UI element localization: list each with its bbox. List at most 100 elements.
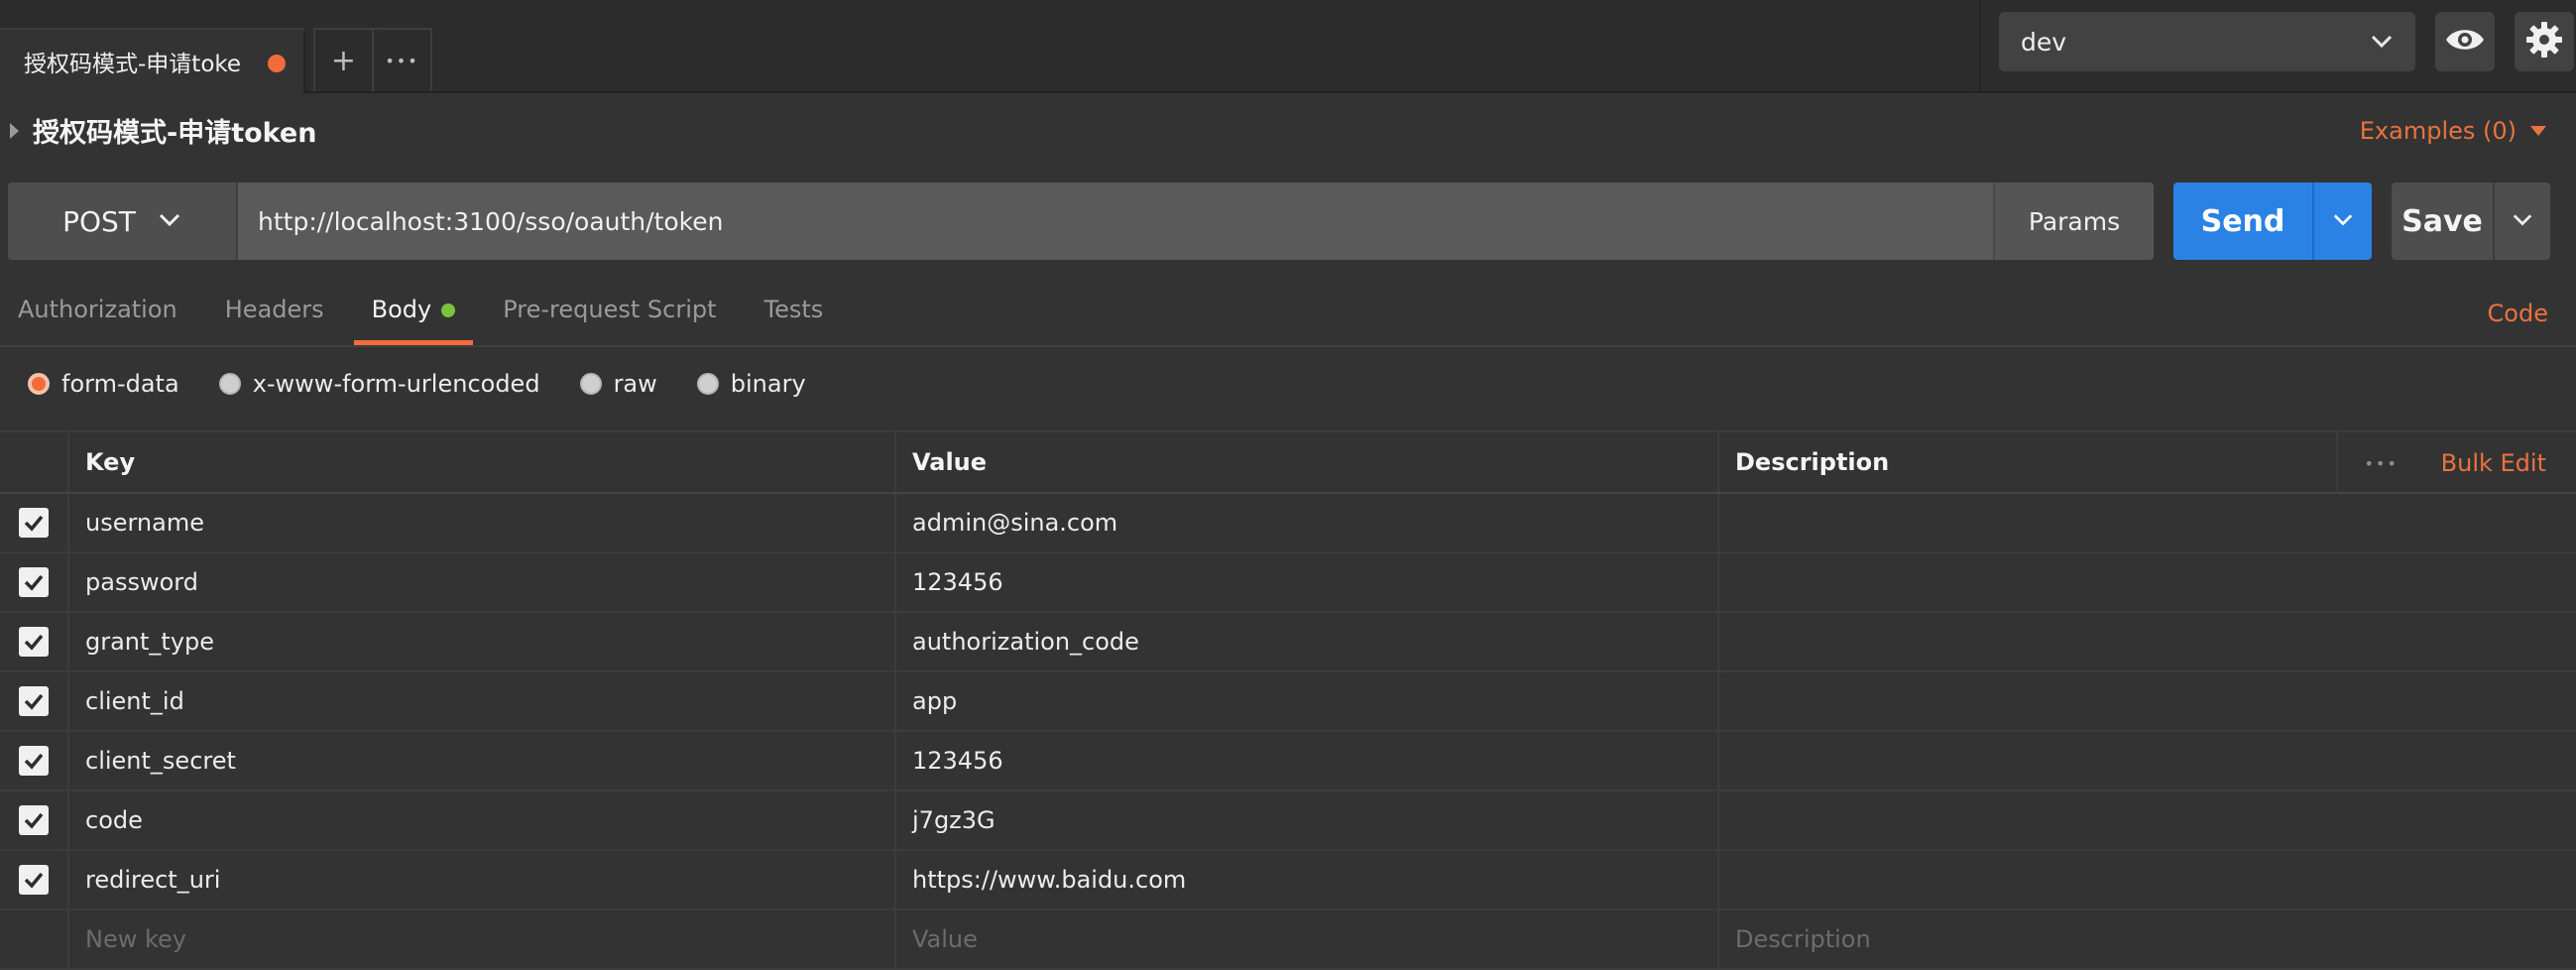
row-description[interactable] bbox=[1719, 613, 2576, 670]
table-header: Key Value Description ••• Bulk Edit bbox=[0, 430, 2576, 494]
tab-authorization[interactable]: Authorization bbox=[0, 288, 195, 345]
radio-unselected-icon bbox=[579, 373, 602, 395]
params-button[interactable]: Params bbox=[1993, 182, 2154, 260]
radio-binary[interactable]: binary bbox=[696, 370, 806, 398]
method-select[interactable]: POST bbox=[8, 182, 238, 260]
request-title-bar[interactable]: 授权码模式-申请token bbox=[10, 111, 316, 150]
send-label: Send bbox=[2200, 203, 2285, 239]
row-key[interactable]: password bbox=[69, 553, 896, 611]
row-value[interactable]: j7gz3G bbox=[896, 791, 1719, 849]
row-key[interactable]: grant_type bbox=[69, 613, 896, 670]
row-value[interactable]: 123456 bbox=[896, 553, 1719, 611]
row-check-cell bbox=[0, 851, 69, 909]
row-value[interactable]: admin@sina.com bbox=[896, 494, 1719, 551]
more-horizontal-icon: ••• bbox=[385, 51, 419, 70]
save-options-button[interactable] bbox=[2493, 182, 2550, 260]
save-button-group: Save bbox=[2392, 182, 2550, 260]
row-value[interactable]: app bbox=[896, 672, 1719, 730]
caret-right-icon[interactable] bbox=[10, 122, 19, 139]
radio-label: x-www-form-urlencoded bbox=[252, 370, 540, 398]
row-checkbox[interactable] bbox=[19, 865, 49, 895]
row-checkbox[interactable] bbox=[19, 627, 49, 657]
caret-down-icon bbox=[2530, 126, 2546, 136]
row-description[interactable] bbox=[1719, 851, 2576, 909]
tab-tests[interactable]: Tests bbox=[747, 288, 842, 345]
body-type-radio-group: form-data x-www-form-urlencoded raw bina… bbox=[28, 367, 846, 401]
tab-body[interactable]: Body bbox=[353, 288, 474, 345]
row-check-cell bbox=[0, 732, 69, 789]
send-options-button[interactable] bbox=[2312, 182, 2372, 260]
check-icon bbox=[24, 515, 44, 532]
row-check-cell bbox=[0, 494, 69, 551]
table-row: code j7gz3G bbox=[0, 791, 2576, 851]
radio-x-www-form-urlencoded[interactable]: x-www-form-urlencoded bbox=[218, 370, 540, 398]
radio-form-data[interactable]: form-data bbox=[28, 370, 179, 398]
chevron-down-icon bbox=[158, 205, 181, 238]
divider bbox=[0, 345, 2576, 347]
radio-label: raw bbox=[613, 370, 657, 398]
row-check-cell bbox=[0, 910, 69, 968]
url-bar: POST Params bbox=[8, 182, 2154, 260]
row-value[interactable]: 123456 bbox=[896, 732, 1719, 789]
header-check-cell bbox=[0, 432, 69, 492]
new-tab-button[interactable]: + bbox=[315, 30, 372, 91]
check-icon bbox=[24, 574, 44, 591]
radio-unselected-icon bbox=[696, 373, 719, 395]
row-checkbox[interactable] bbox=[19, 567, 49, 597]
check-icon bbox=[24, 753, 44, 770]
radio-raw[interactable]: raw bbox=[579, 370, 657, 398]
tab-actions: + ••• bbox=[313, 28, 432, 91]
url-input[interactable] bbox=[238, 182, 1993, 260]
row-description[interactable] bbox=[1719, 732, 2576, 789]
table-row: redirect_uri https://www.baidu.com bbox=[0, 851, 2576, 910]
tab-pre-request-script[interactable]: Pre-request Script bbox=[485, 288, 734, 345]
table-header-actions: ••• Bulk Edit bbox=[2335, 432, 2546, 494]
row-checkbox[interactable] bbox=[19, 686, 49, 716]
row-key[interactable]: redirect_uri bbox=[69, 851, 896, 909]
row-description[interactable] bbox=[1719, 791, 2576, 849]
env-divider bbox=[1979, 0, 1981, 93]
row-check-cell bbox=[0, 791, 69, 849]
form-data-table: Key Value Description ••• Bulk Edit user… bbox=[0, 430, 2576, 970]
table-row: password 123456 bbox=[0, 553, 2576, 613]
new-key-input[interactable]: New key bbox=[69, 910, 896, 968]
send-button-group: Send bbox=[2173, 182, 2372, 260]
radio-selected-icon bbox=[28, 373, 50, 395]
params-label: Params bbox=[2028, 206, 2121, 236]
settings-button[interactable] bbox=[2515, 12, 2574, 71]
row-checkbox[interactable] bbox=[19, 805, 49, 835]
code-link[interactable]: Code bbox=[2488, 300, 2548, 327]
more-horizontal-icon[interactable]: ••• bbox=[2335, 432, 2425, 494]
row-checkbox[interactable] bbox=[19, 746, 49, 776]
radio-label: form-data bbox=[61, 370, 179, 398]
tab-more-button[interactable]: ••• bbox=[372, 30, 430, 91]
row-key[interactable]: client_id bbox=[69, 672, 896, 730]
environment-select[interactable]: dev bbox=[1999, 12, 2415, 71]
send-button[interactable]: Send bbox=[2173, 182, 2312, 260]
row-value[interactable]: authorization_code bbox=[896, 613, 1719, 670]
table-row: client_id app bbox=[0, 672, 2576, 732]
request-tab-active[interactable]: 授权码模式-申请toke bbox=[0, 28, 305, 93]
row-value[interactable]: https://www.baidu.com bbox=[896, 851, 1719, 909]
check-icon bbox=[24, 812, 44, 829]
row-key[interactable]: code bbox=[69, 791, 896, 849]
row-key[interactable]: client_secret bbox=[69, 732, 896, 789]
check-icon bbox=[24, 872, 44, 889]
new-description-input[interactable]: Description bbox=[1719, 910, 2576, 968]
request-subtabs: Authorization Headers Body Pre-request S… bbox=[0, 288, 841, 345]
examples-dropdown[interactable]: Examples (0) bbox=[2360, 117, 2546, 145]
environment-quick-look-button[interactable] bbox=[2435, 12, 2495, 71]
row-description[interactable] bbox=[1719, 672, 2576, 730]
bulk-edit-link[interactable]: Bulk Edit bbox=[2441, 449, 2546, 477]
save-button[interactable]: Save bbox=[2392, 182, 2493, 260]
tab-headers[interactable]: Headers bbox=[207, 288, 342, 345]
row-check-cell bbox=[0, 553, 69, 611]
request-title: 授权码模式-申请token bbox=[33, 118, 317, 149]
row-key[interactable]: username bbox=[69, 494, 896, 551]
row-description[interactable] bbox=[1719, 494, 2576, 551]
row-checkbox[interactable] bbox=[19, 508, 49, 538]
row-description[interactable] bbox=[1719, 553, 2576, 611]
check-icon bbox=[24, 634, 44, 651]
new-value-input[interactable]: Value bbox=[896, 910, 1719, 968]
chevron-down-icon bbox=[2370, 29, 2394, 59]
